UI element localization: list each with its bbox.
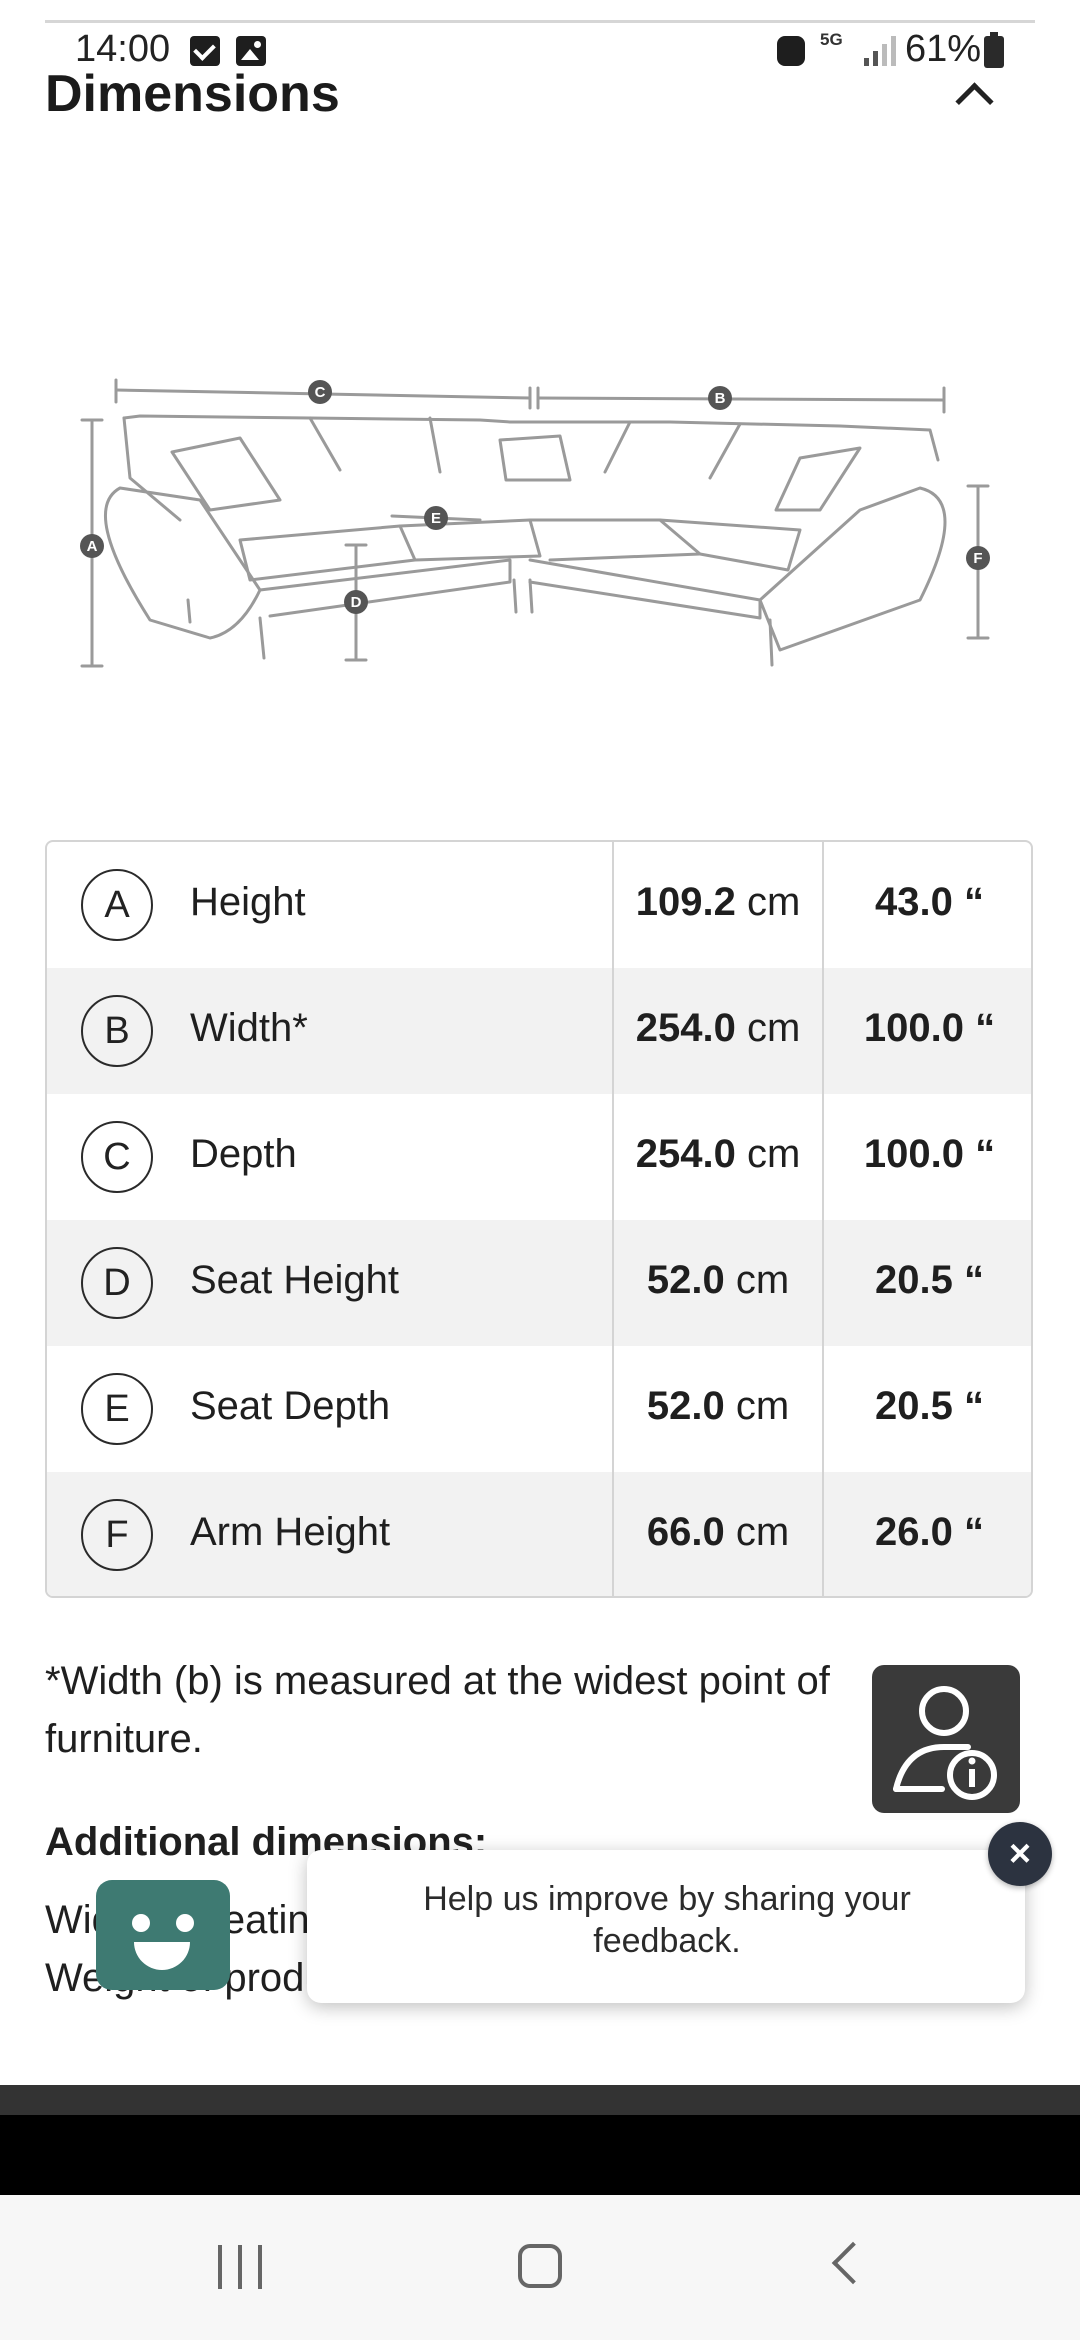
secure-folder-icon xyxy=(777,36,805,66)
feedback-toast[interactable]: Help us improve by sharing your feedback… xyxy=(307,1850,1025,2003)
dimension-letter-badge: F xyxy=(81,1499,153,1571)
dimension-name: Seat Depth xyxy=(190,1384,391,1428)
table-row: A Height 109.2 cm 43.0 “ xyxy=(47,842,1031,968)
dimension-name: Depth xyxy=(190,1132,297,1176)
svg-text:A: A xyxy=(87,538,98,555)
value-inches: 43.0 “ xyxy=(875,880,984,924)
dimension-name: Arm Height xyxy=(190,1510,391,1554)
table-row: D Seat Height 52.0 cm 20.5 “ xyxy=(47,1220,1031,1346)
value-cm: 52.0 cm xyxy=(646,1384,790,1428)
collapse-chevron-up-icon[interactable] xyxy=(952,78,992,118)
network-type: 5G xyxy=(820,30,843,49)
checkbox-notification-icon xyxy=(190,36,220,66)
top-divider xyxy=(45,20,1035,23)
close-toast-button[interactable]: × xyxy=(988,1822,1052,1886)
svg-text:D: D xyxy=(351,594,362,611)
dimension-letter-badge: D xyxy=(81,1247,153,1319)
svg-text:C: C xyxy=(315,384,326,401)
table-row: B Width* 254.0 cm 100.0 “ xyxy=(47,968,1031,1094)
svg-text:B: B xyxy=(715,390,726,407)
battery-percent: 61% xyxy=(905,28,982,70)
svg-text:F: F xyxy=(973,550,982,567)
table-row: E Seat Depth 52.0 cm 20.5 “ xyxy=(47,1346,1031,1472)
gallery-notification-icon xyxy=(236,36,266,66)
battery-icon xyxy=(984,32,1004,68)
value-cm: 254.0 cm xyxy=(635,1132,801,1176)
dimension-letter-badge: E xyxy=(81,1373,153,1445)
value-cm: 254.0 cm xyxy=(635,1006,801,1050)
value-inches: 26.0 “ xyxy=(875,1510,984,1554)
dimensions-table: A Height 109.2 cm 43.0 “ B Width* 254.0 … xyxy=(45,840,1033,1598)
svg-text:E: E xyxy=(431,510,441,527)
value-inches: 20.5 “ xyxy=(875,1258,984,1302)
signal-strength-icon xyxy=(860,34,900,66)
dimension-letter-badge: B xyxy=(81,995,153,1067)
value-inches: 100.0 “ xyxy=(863,1006,996,1050)
dimension-letter-badge: C xyxy=(81,1121,153,1193)
table-row: F Arm Height 66.0 cm 26.0 “ xyxy=(47,1472,1031,1596)
feedback-message: Help us improve by sharing your feedback… xyxy=(423,1880,911,1960)
value-inches: 100.0 “ xyxy=(863,1132,996,1176)
feedback-smiley-icon[interactable] xyxy=(96,1880,230,1990)
value-cm: 66.0 cm xyxy=(646,1510,790,1554)
table-row: C Depth 254.0 cm 100.0 “ xyxy=(47,1094,1031,1220)
page-bottom-bar xyxy=(0,2085,1080,2115)
dimension-name: Seat Height xyxy=(190,1258,400,1302)
value-cm: 52.0 cm xyxy=(646,1258,790,1302)
value-cm: 109.2 cm xyxy=(635,880,801,924)
dimension-letter-badge: A xyxy=(81,869,153,941)
home-icon[interactable] xyxy=(518,2244,562,2288)
black-bar xyxy=(0,2115,1080,2195)
sofa-dimension-diagram: C B A F E D xyxy=(80,378,990,668)
user-info-icon xyxy=(893,1686,997,1800)
dimension-name: Width* xyxy=(190,1006,308,1050)
width-footnote: *Width (b) is measured at the widest poi… xyxy=(45,1659,830,1761)
recents-icon[interactable] xyxy=(216,2245,266,2289)
user-info-feedback-button[interactable] xyxy=(872,1665,1020,1813)
section-title: Dimensions xyxy=(45,65,340,123)
dimension-name: Height xyxy=(190,880,306,924)
value-inches: 20.5 “ xyxy=(875,1384,984,1428)
